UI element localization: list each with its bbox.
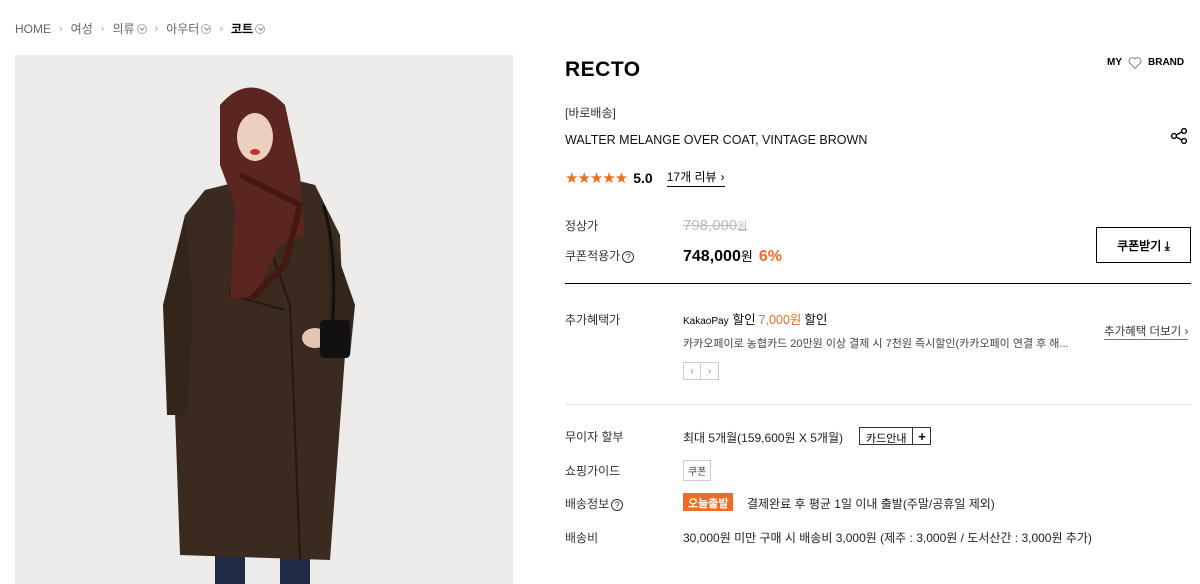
breadcrumb-clothing-label: 의류 [112,22,135,36]
card-guide-label: 카드안내 [859,427,914,445]
coupon-price-label-row: 쿠폰적용가? [565,247,635,264]
chevron-right-icon: › [154,22,159,35]
help-icon[interactable]: ? [611,498,624,511]
plus-icon[interactable]: + [913,427,932,445]
get-coupon-button[interactable]: 쿠폰받기 ⤓ [1096,227,1191,263]
breadcrumb: HOME › 여성 › 의류 › 아우터 › 코트 [15,20,266,37]
rating-row: ★★★★★ 5.0 17개 리뷰 › [565,168,725,187]
benefit-amount: 7,000원 [758,313,802,327]
chevron-right-icon: › [219,22,223,35]
benefit-description: 카카오페이로 농협카드 20만원 이상 결제 시 7천원 즉시할인(카카오페이 … [683,338,1069,350]
help-icon[interactable]: ? [622,250,635,263]
heart-icon[interactable] [1128,56,1142,69]
my-brand-toggle[interactable]: MY BRAND [1107,56,1184,69]
discount-word-2: 할인 [804,313,828,327]
dropdown-circle-icon[interactable] [136,23,147,34]
brand-name[interactable]: RECTO [565,58,641,82]
coupon-price-label: 쿠폰적용가 [565,249,621,263]
breadcrumb-coat[interactable]: 코트 [231,20,266,37]
breadcrumb-home[interactable]: HOME [15,22,51,36]
dropdown-circle-icon[interactable] [201,23,212,34]
breadcrumb-clothing[interactable]: 의류 [112,20,147,37]
regular-price-value: 798,000 [683,217,738,234]
shipping-info: 결제완료 후 평균 1일 이내 출발(주말/공휴일 제외) [747,497,995,511]
product-title: WALTER MELANGE OVER COAT, VINTAGE BROWN [565,133,868,147]
share-icon[interactable] [1170,127,1188,145]
shipping-fee: 30,000원 미만 구매 시 배송비 3,000원 (제주 : 3,000원 … [683,531,1092,545]
prev-button[interactable]: ‹ [683,362,701,380]
review-link[interactable]: 17개 리뷰 › [666,168,725,187]
chevron-right-icon: › [720,170,725,184]
product-image[interactable] [15,55,513,584]
coupon-price: 748,000원 6% [683,246,782,266]
more-benefits-link[interactable]: 추가혜택 더보기 › [1104,323,1189,340]
my-label: MY [1107,57,1122,68]
chevron-right-icon: › [100,22,105,35]
coupon-price-value: 748,000 [683,248,741,265]
shipping-fee-label: 배송비 [565,531,599,545]
installment-label: 무이자 할부 [565,430,624,444]
benefit-pager: ‹ › [683,362,719,380]
kakaopay-label: KakaoPay [683,316,729,327]
shipping-label-row: 배송정보? [565,495,624,512]
delivery-tag: [바로배송] [565,106,616,120]
divider [565,404,1191,405]
installment-value: 최대 5개월(159,600원 X 5개월) [683,431,844,445]
next-button[interactable]: › [701,362,719,380]
brand-label: BRAND [1148,57,1185,68]
discount-word: 할인 [732,313,756,327]
coupon-chip[interactable]: 쿠폰 [683,460,712,481]
model-in-coat-illustration [15,55,513,584]
shipping-label: 배송정보 [565,497,610,511]
star-rating-icon: ★★★★★ [565,169,628,187]
same-day-badge: 오늘출발 [683,493,734,511]
coupon-price-unit: 원 [740,249,753,264]
regular-price-label: 정상가 [565,219,599,233]
breadcrumb-outer[interactable]: 아우터 [166,20,212,37]
breadcrumb-outer-label: 아우터 [166,22,200,36]
review-count: 17개 리뷰 [666,170,717,184]
discount-rate: 6% [758,248,782,265]
breadcrumb-women[interactable]: 여성 [71,20,93,37]
dropdown-circle-icon[interactable] [255,23,266,34]
divider [565,283,1191,284]
breadcrumb-coat-label: 코트 [231,22,254,36]
chevron-right-icon: › [59,22,63,35]
regular-price: 798,000원 [683,217,747,234]
benefit-label: 추가혜택가 [565,313,621,327]
rating-score: 5.0 [633,169,653,186]
regular-price-unit: 원 [737,221,748,233]
shopping-guide-label: 쇼핑가이드 [565,464,621,478]
kakaopay-benefit: KakaoPay 할인 7,000원 할인 [683,309,827,328]
card-guide-button[interactable]: 카드안내 + [859,427,932,445]
